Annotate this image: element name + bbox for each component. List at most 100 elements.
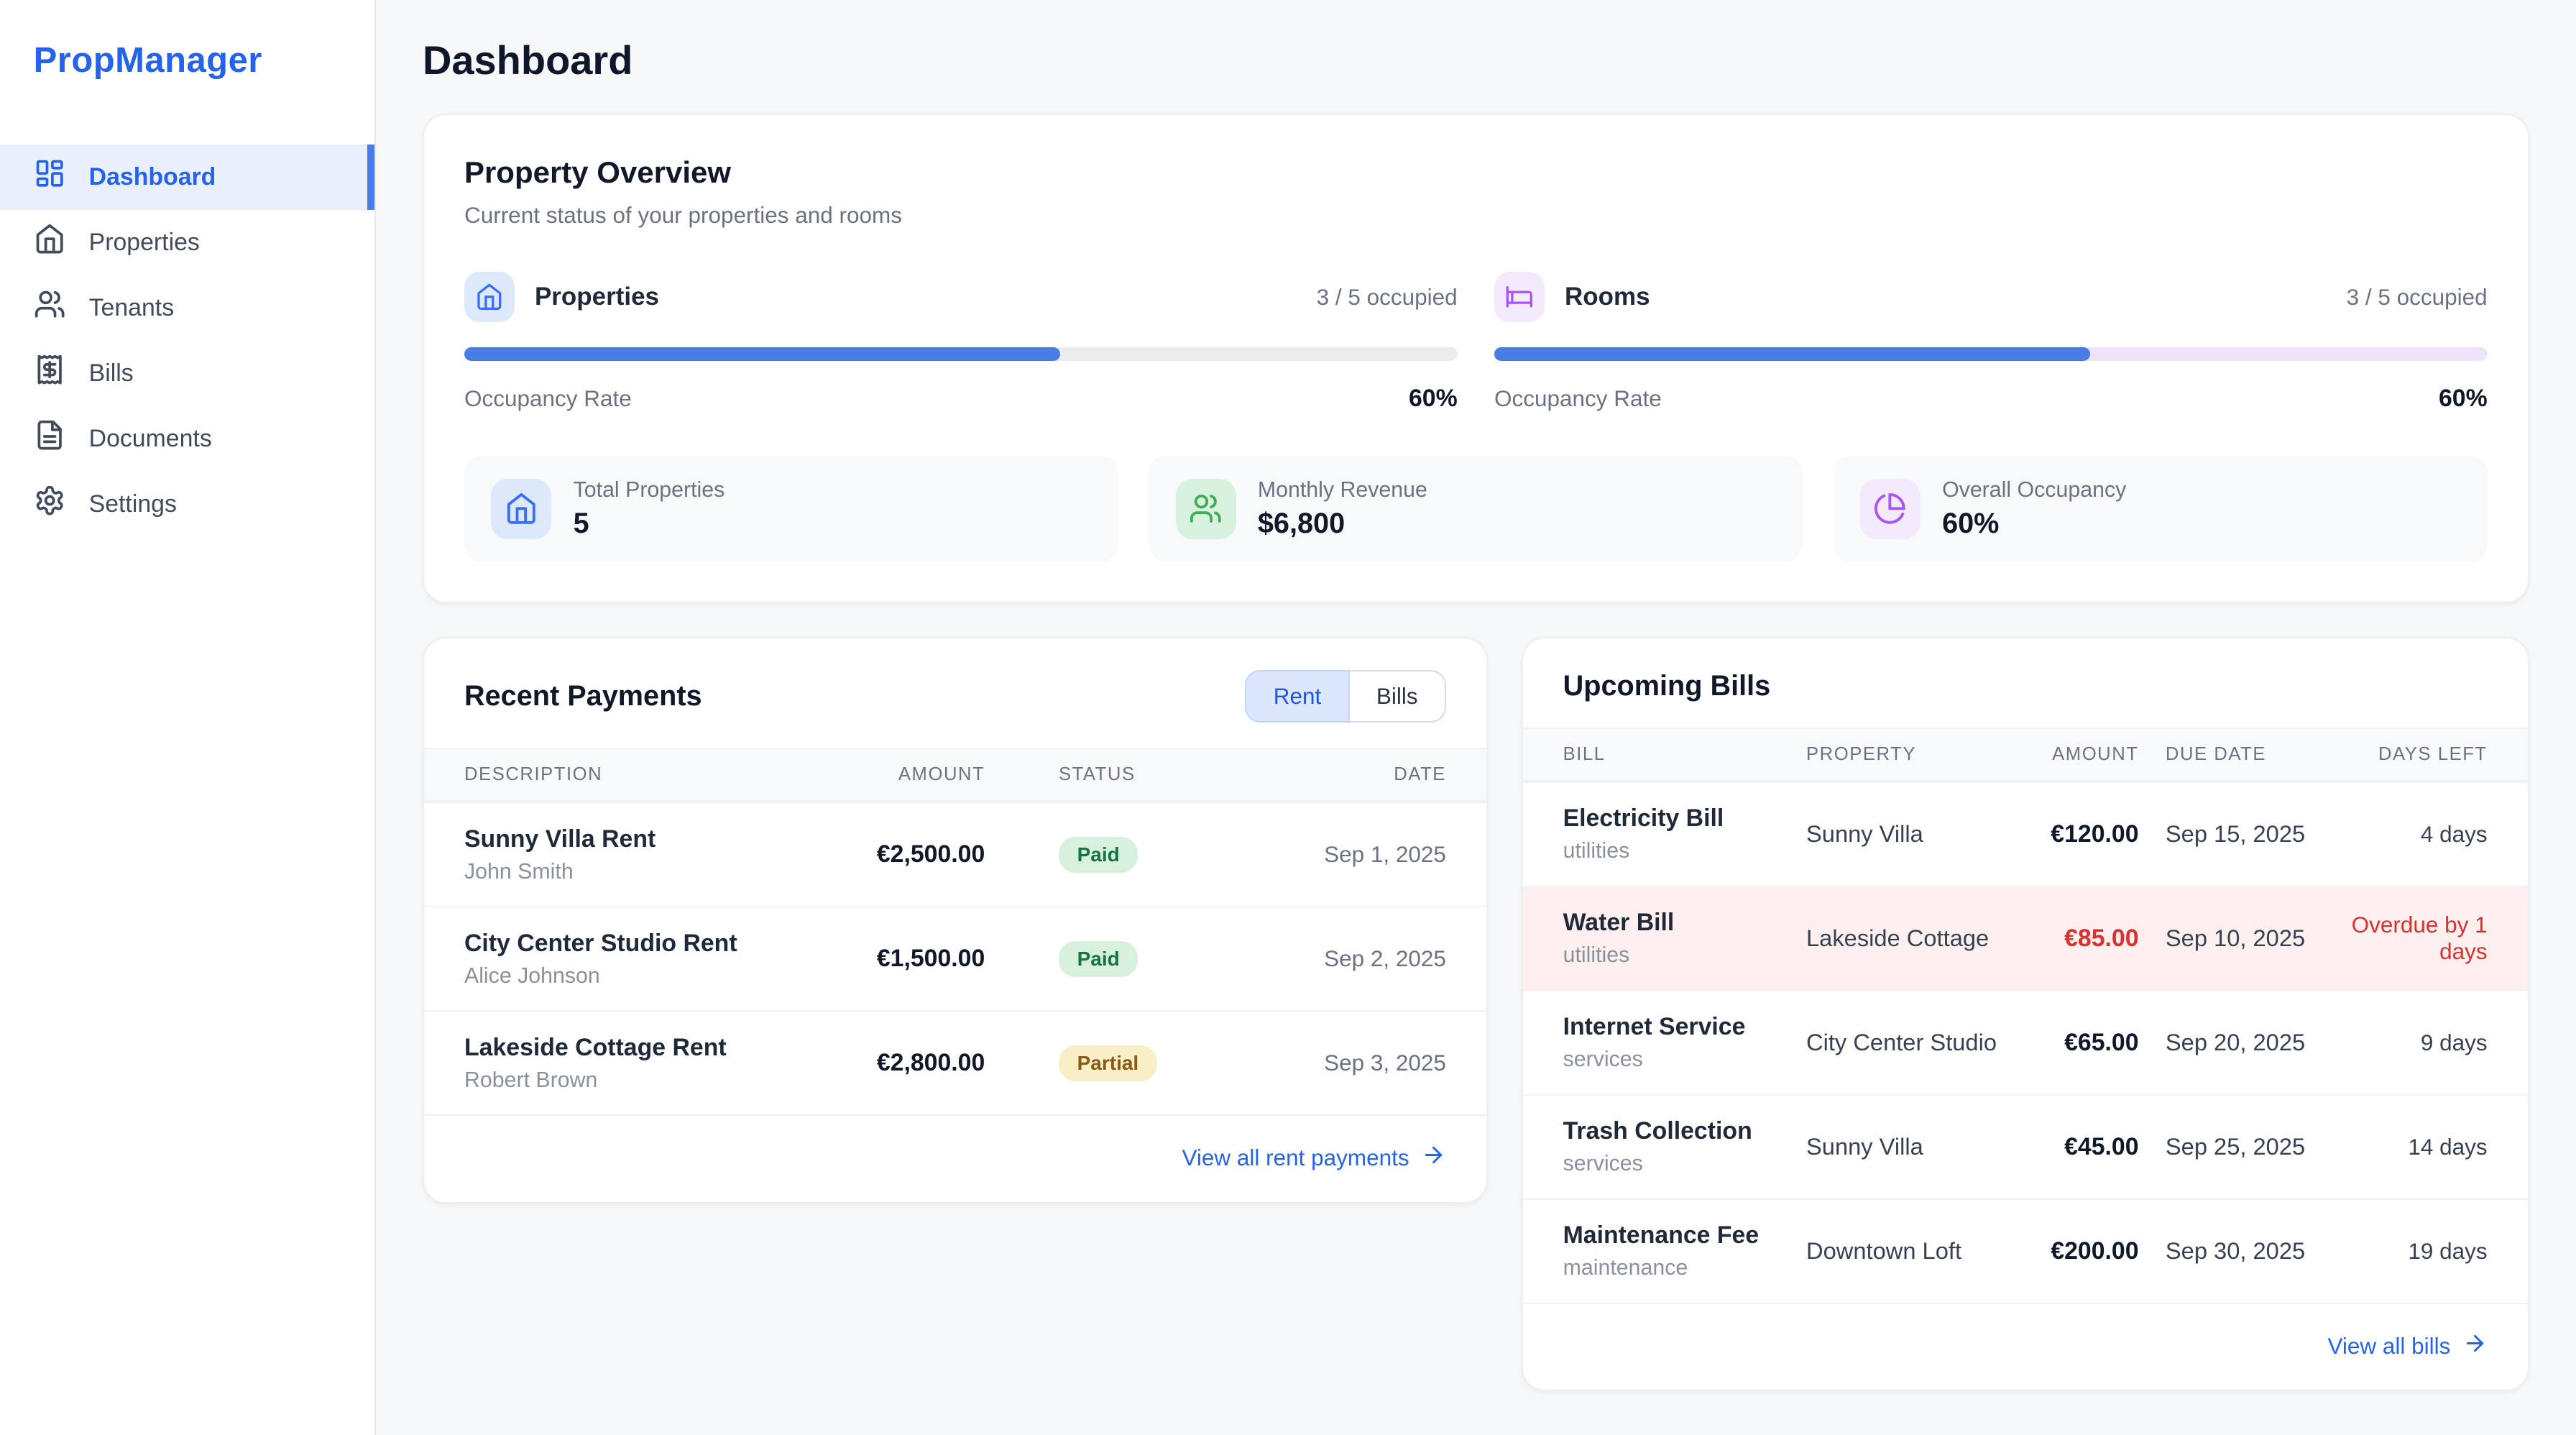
payment-tenant: John Smith: [464, 860, 801, 884]
bill-category: utilities: [1563, 839, 1806, 863]
bill-category: maintenance: [1563, 1256, 1806, 1280]
arrow-right-icon: [1421, 1142, 1446, 1173]
sidebar-item-documents[interactable]: Documents: [0, 406, 374, 472]
payment-date: Sep 2, 2025: [1236, 945, 1446, 972]
sidebar-item-dashboard[interactable]: Dashboard: [0, 145, 374, 210]
table-row[interactable]: Maintenance Fee maintenance Downtown Lof…: [1523, 1198, 2528, 1303]
table-row[interactable]: Sunny Villa Rent John Smith €2,500.00 Pa…: [424, 802, 1486, 906]
bill-name: Internet Service: [1563, 1013, 1806, 1041]
stat-label: Monthly Revenue: [1258, 478, 1427, 503]
bill-days-left: 4 days: [2317, 821, 2488, 848]
payments-table-header: DESCRIPTION AMOUNT STATUS DATE: [424, 748, 1486, 802]
sidebar-item-properties[interactable]: Properties: [0, 210, 374, 275]
properties-progress-bar: [464, 347, 1458, 361]
users-icon: [1176, 479, 1236, 539]
bill-property: City Center Studio: [1806, 1029, 2001, 1056]
bill-due-date: Sep 25, 2025: [2139, 1133, 2317, 1160]
bills-table-header: BILL PROPERTY AMOUNT DUE DATE DAYS LEFT: [1523, 728, 2528, 781]
column-header: PROPERTY: [1806, 744, 2001, 765]
bill-days-left: 14 days: [2317, 1134, 2488, 1160]
payment-date: Sep 1, 2025: [1236, 841, 1446, 868]
rooms-meter: Rooms 3 / 5 occupied Occupancy Rate 60%: [1494, 272, 2488, 412]
bill-property: Downtown Loft: [1806, 1237, 2001, 1265]
upcoming-bills-card: Upcoming Bills BILL PROPERTY AMOUNT DUE …: [1522, 637, 2529, 1392]
table-row[interactable]: Lakeside Cottage Rent Robert Brown €2,80…: [424, 1010, 1486, 1114]
occupancy-meters: Properties 3 / 5 occupied Occupancy Rate…: [464, 272, 2488, 412]
view-all-bills-link[interactable]: View all bills: [2327, 1331, 2487, 1362]
bill-days-left: 19 days: [2317, 1238, 2488, 1265]
bill-amount: €45.00: [2001, 1133, 2139, 1161]
column-header: DESCRIPTION: [464, 764, 801, 785]
column-header: DAYS LEFT: [2317, 744, 2488, 765]
bed-icon: [1494, 272, 1545, 322]
stat-label: Overall Occupancy: [1942, 478, 2126, 503]
recent-payments-title: Recent Payments: [464, 680, 702, 712]
column-header: BILL: [1563, 744, 1806, 765]
occupied-count: 3 / 5 occupied: [2347, 284, 2488, 311]
main-content: Dashboard Property Overview Current stat…: [376, 0, 2576, 1435]
rent-toggle-button[interactable]: Rent: [1245, 670, 1349, 723]
stat-overall-occupancy: Overall Occupancy 60%: [1833, 456, 2487, 561]
property-overview-card: Property Overview Current status of your…: [423, 114, 2529, 603]
bill-category: services: [1563, 1047, 1806, 1072]
progress-fill: [464, 347, 1060, 361]
bill-name: Trash Collection: [1563, 1117, 1806, 1145]
link-label: View all rent payments: [1182, 1145, 1409, 1171]
payment-tenant: Robert Brown: [464, 1068, 801, 1093]
users-icon: [34, 288, 65, 326]
payment-date: Sep 3, 2025: [1236, 1050, 1446, 1076]
rent-bills-toggle: Rent Bills: [1245, 670, 1446, 723]
properties-meter: Properties 3 / 5 occupied Occupancy Rate…: [464, 272, 1458, 412]
overview-subtitle: Current status of your properties and ro…: [464, 202, 2488, 229]
sidebar-item-settings[interactable]: Settings: [0, 472, 374, 537]
rooms-progress-bar: [1494, 347, 2488, 361]
column-header: AMOUNT: [2001, 744, 2139, 765]
payment-description: Sunny Villa Rent: [464, 825, 801, 853]
document-icon: [34, 419, 65, 457]
bill-property: Lakeside Cottage: [1806, 925, 2001, 952]
sidebar-item-bills[interactable]: Bills: [0, 341, 374, 406]
sidebar-item-label: Settings: [89, 490, 177, 518]
table-row[interactable]: Internet Service services City Center St…: [1523, 990, 2528, 1094]
bill-due-date: Sep 30, 2025: [2139, 1237, 2317, 1265]
occupancy-rate-value: 60%: [2439, 385, 2488, 413]
stat-value: $6,800: [1258, 508, 1427, 540]
meter-label: Rooms: [1565, 283, 1650, 311]
bill-due-date: Sep 20, 2025: [2139, 1029, 2317, 1056]
bill-name: Water Bill: [1563, 909, 1806, 937]
payment-amount: €2,500.00: [801, 840, 985, 868]
bill-due-date: Sep 15, 2025: [2139, 820, 2317, 848]
table-row[interactable]: Water Bill utilities Lakeside Cottage €8…: [1523, 886, 2528, 990]
arrow-right-icon: [2462, 1331, 2488, 1362]
view-all-rent-payments-link[interactable]: View all rent payments: [1182, 1142, 1445, 1173]
active-indicator: [367, 145, 374, 210]
stat-total-properties: Total Properties 5: [464, 456, 1118, 561]
stat-monthly-revenue: Monthly Revenue $6,800: [1149, 456, 1803, 561]
stat-value: 5: [574, 508, 725, 540]
table-row[interactable]: City Center Studio Rent Alice Johnson €1…: [424, 906, 1486, 1010]
pie-chart-icon: [1860, 479, 1920, 539]
table-row[interactable]: Electricity Bill utilities Sunny Villa €…: [1523, 781, 2528, 886]
occupancy-rate-label: Occupancy Rate: [464, 385, 632, 412]
home-icon: [491, 479, 551, 539]
payment-description: Lakeside Cottage Rent: [464, 1034, 801, 1062]
payment-amount: €2,800.00: [801, 1049, 985, 1077]
bills-toggle-button[interactable]: Bills: [1350, 670, 1446, 723]
table-row[interactable]: Trash Collection services Sunny Villa €4…: [1523, 1094, 2528, 1198]
status-badge: Paid: [1059, 837, 1138, 874]
sidebar-item-tenants[interactable]: Tenants: [0, 275, 374, 341]
bill-category: utilities: [1563, 943, 1806, 968]
payment-amount: €1,500.00: [801, 945, 985, 973]
dashboard-icon: [34, 157, 65, 196]
bill-amount: €120.00: [2001, 820, 2139, 848]
gear-icon: [34, 485, 65, 523]
sidebar-item-label: Documents: [89, 425, 212, 453]
sidebar: PropManager Dashboard Properties Tenants: [0, 0, 376, 1435]
payment-tenant: Alice Johnson: [464, 964, 801, 989]
meter-label: Properties: [535, 283, 659, 311]
column-header: DUE DATE: [2139, 744, 2317, 765]
page-title: Dashboard: [423, 37, 2529, 83]
recent-payments-card: Recent Payments Rent Bills DESCRIPTION A…: [423, 637, 1488, 1204]
overview-title: Property Overview: [464, 155, 2488, 190]
bill-category: services: [1563, 1152, 1806, 1176]
